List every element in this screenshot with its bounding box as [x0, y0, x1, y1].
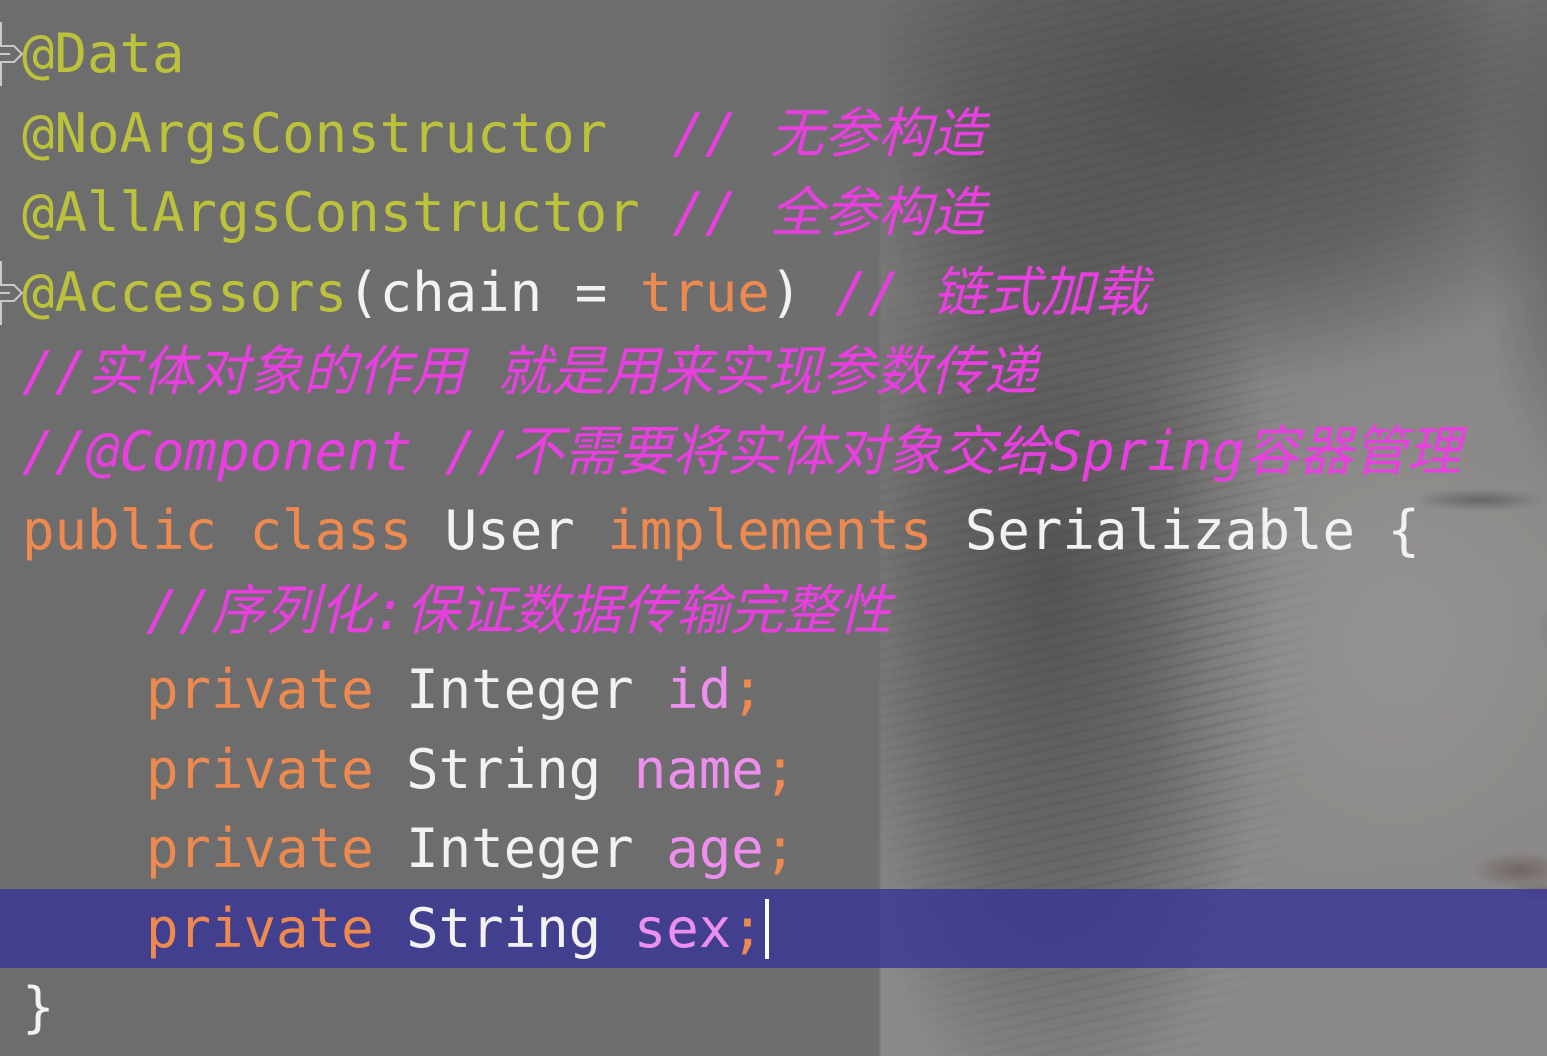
code-token-type: Integer [406, 658, 634, 721]
code-token-comment: // 链式加载 [834, 260, 1149, 324]
code-token-field: name [633, 737, 764, 801]
code-token-type: String [406, 737, 602, 801]
code-token-comment: //序列化:保证数据传输完整性 [146, 578, 892, 642]
code-line[interactable]: //序列化:保证数据传输完整性 [0, 571, 1547, 651]
code-editor[interactable]: @Data @NoArgsConstructor // 无参构造 @AllArgsC… [0, 0, 1547, 1056]
code-token-kw: public [22, 499, 218, 562]
code-line[interactable]: private String name; [0, 730, 1547, 810]
code-token-comment: //@Component //不需要将实体对象交给Spring容器管理 [22, 419, 1461, 483]
code-token-punc: ; [763, 737, 797, 801]
code-token-type: } [22, 976, 55, 1039]
code-token-comment: // 全参构造 [672, 181, 986, 244]
code-token-kw: class [249, 499, 413, 562]
code-line[interactable]: @Data [0, 14, 1547, 94]
code-token-kw: private [146, 896, 374, 960]
code-token-type: User [444, 499, 575, 562]
code-token-plain: chain [379, 260, 543, 324]
code-token-ann: @Accessors [22, 260, 348, 324]
text-caret [764, 898, 769, 959]
code-token-comment: // 无参构造 [672, 101, 986, 165]
code-token-field: age [666, 817, 764, 880]
code-token-punc: ; [731, 896, 764, 960]
code-token-plain: = [542, 260, 640, 324]
code-line[interactable]: @AllArgsConstructor // 全参构造 [0, 173, 1547, 253]
code-content[interactable]: @Data @NoArgsConstructor // 无参构造 @AllArgsC… [0, 0, 1547, 1056]
code-token-plain: ( [347, 260, 380, 324]
code-token-kw: private [146, 817, 374, 880]
code-token-punc: ; [763, 817, 797, 880]
code-line[interactable]: @Accessors(chain = true) // 链式加载 [0, 253, 1547, 333]
code-token-plain: ) [769, 260, 803, 324]
code-token-field: sex [633, 896, 732, 960]
code-token-kw: private [146, 737, 374, 801]
code-token-type: Serializable [964, 499, 1355, 562]
code-line-current[interactable]: private String sex; [0, 888, 1547, 968]
code-token-type: { [1387, 499, 1421, 562]
code-token-type: String [406, 896, 602, 960]
code-token-punc: ; [731, 658, 764, 721]
code-line[interactable]: } [0, 968, 1547, 1048]
code-line[interactable]: @NoArgsConstructor // 无参构造 [0, 94, 1547, 174]
code-token-ann: @AllArgsConstructor [22, 181, 640, 244]
code-token-comment: //实体对象的作用 就是用来实现参数传递 [22, 340, 1038, 403]
code-token-type: Integer [406, 817, 634, 880]
code-token-field: id [666, 658, 732, 721]
code-token-kw: private [146, 658, 374, 721]
code-line[interactable]: private Integer age; [0, 809, 1547, 889]
code-line[interactable]: //实体对象的作用 就是用来实现参数传递 [0, 332, 1547, 412]
code-line[interactable]: //@Component //不需要将实体对象交给Spring容器管理 [0, 412, 1547, 492]
code-line[interactable]: private Integer id; [0, 650, 1547, 730]
code-token-ann: @NoArgsConstructor [22, 101, 608, 165]
code-token-kw: true [639, 260, 770, 324]
code-token-ann: @Data [22, 22, 185, 85]
code-line[interactable]: public class User implements Serializabl… [0, 491, 1547, 571]
code-token-kw: implements [607, 499, 933, 562]
